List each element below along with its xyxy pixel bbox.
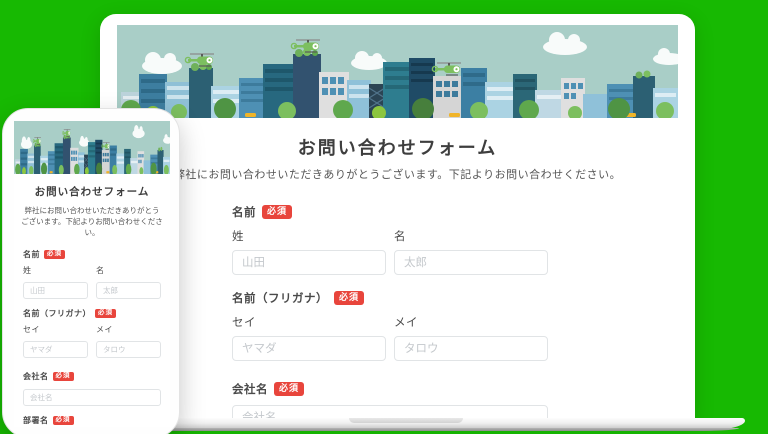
first-name-input[interactable] <box>394 250 548 275</box>
last-name-input[interactable] <box>232 250 386 275</box>
kana-last-input[interactable] <box>23 341 88 358</box>
name-label: 名前 <box>232 207 256 219</box>
phone-screen: お問い合わせフォーム 弊社にお問い合わせいただきありがとうございます。下記よりお… <box>14 121 170 427</box>
city-illustration <box>14 121 170 174</box>
required-badge: 必須 <box>334 291 365 305</box>
required-badge: 必須 <box>52 371 74 382</box>
first-name-sublabel: 名 <box>96 266 105 275</box>
field-department: 部署名 必須 <box>23 415 161 427</box>
page-subtitle: 弊社にお問い合わせいただきありがとうございます。下記よりお問い合わせください。 <box>173 169 622 181</box>
department-label: 部署名 <box>23 416 49 425</box>
kana-first-sublabel: メイ <box>96 325 113 334</box>
kana-last-input[interactable] <box>232 336 386 361</box>
required-badge: 必須 <box>44 249 65 260</box>
kana-first-input[interactable] <box>394 336 548 361</box>
kana-label: 名前（フリガナ） <box>23 309 91 318</box>
last-name-sublabel: 姓 <box>23 266 32 275</box>
laptop-screen: お問い合わせフォーム 弊社にお問い合わせいただきありがとうございます。下記よりお… <box>100 14 695 430</box>
field-name: 名前 必須 姓 名 <box>232 204 548 275</box>
required-badge: 必須 <box>95 308 116 319</box>
kana-last-sublabel: セイ <box>232 317 256 329</box>
required-badge: 必須 <box>262 205 293 219</box>
company-label: 会社名 <box>232 384 268 396</box>
green-background: お問い合わせフォーム 弊社にお問い合わせいただきありがとうございます。下記よりお… <box>0 0 768 434</box>
kana-first-sublabel: メイ <box>394 317 418 329</box>
last-name-sublabel: 姓 <box>232 231 244 243</box>
page-subtitle: 弊社にお問い合わせいただきありがとうございます。下記よりお問い合わせください。 <box>21 206 163 237</box>
company-input[interactable] <box>23 389 161 406</box>
page-title: お問い合わせフォーム <box>297 138 498 158</box>
required-badge: 必須 <box>274 382 305 396</box>
kana-label: 名前（フリガナ） <box>232 293 328 305</box>
field-name: 名前 必須 姓 名 <box>23 249 161 299</box>
company-label: 会社名 <box>23 372 49 381</box>
field-company: 会社名 必須 <box>23 371 161 406</box>
laptop-base-notch <box>349 418 463 423</box>
contact-form-desktop: 名前 必須 姓 名 <box>232 204 548 434</box>
phone-mockup: お問い合わせフォーム 弊社にお問い合わせいただきありがとうございます。下記よりお… <box>2 108 180 434</box>
field-kana: 名前（フリガナ） 必須 セイ メイ <box>23 308 161 358</box>
kana-last-sublabel: セイ <box>23 325 40 334</box>
first-name-sublabel: 名 <box>394 231 406 243</box>
contact-form-mobile: 名前 必須 姓 名 <box>14 249 170 427</box>
field-kana: 名前（フリガナ） 必須 セイ メイ <box>232 290 548 361</box>
kana-first-input[interactable] <box>96 341 161 358</box>
name-label: 名前 <box>23 250 40 259</box>
page-title: お問い合わせフォーム <box>34 186 150 198</box>
required-badge: 必須 <box>52 415 74 426</box>
first-name-input[interactable] <box>96 282 161 299</box>
city-illustration <box>117 25 678 118</box>
last-name-input[interactable] <box>23 282 88 299</box>
